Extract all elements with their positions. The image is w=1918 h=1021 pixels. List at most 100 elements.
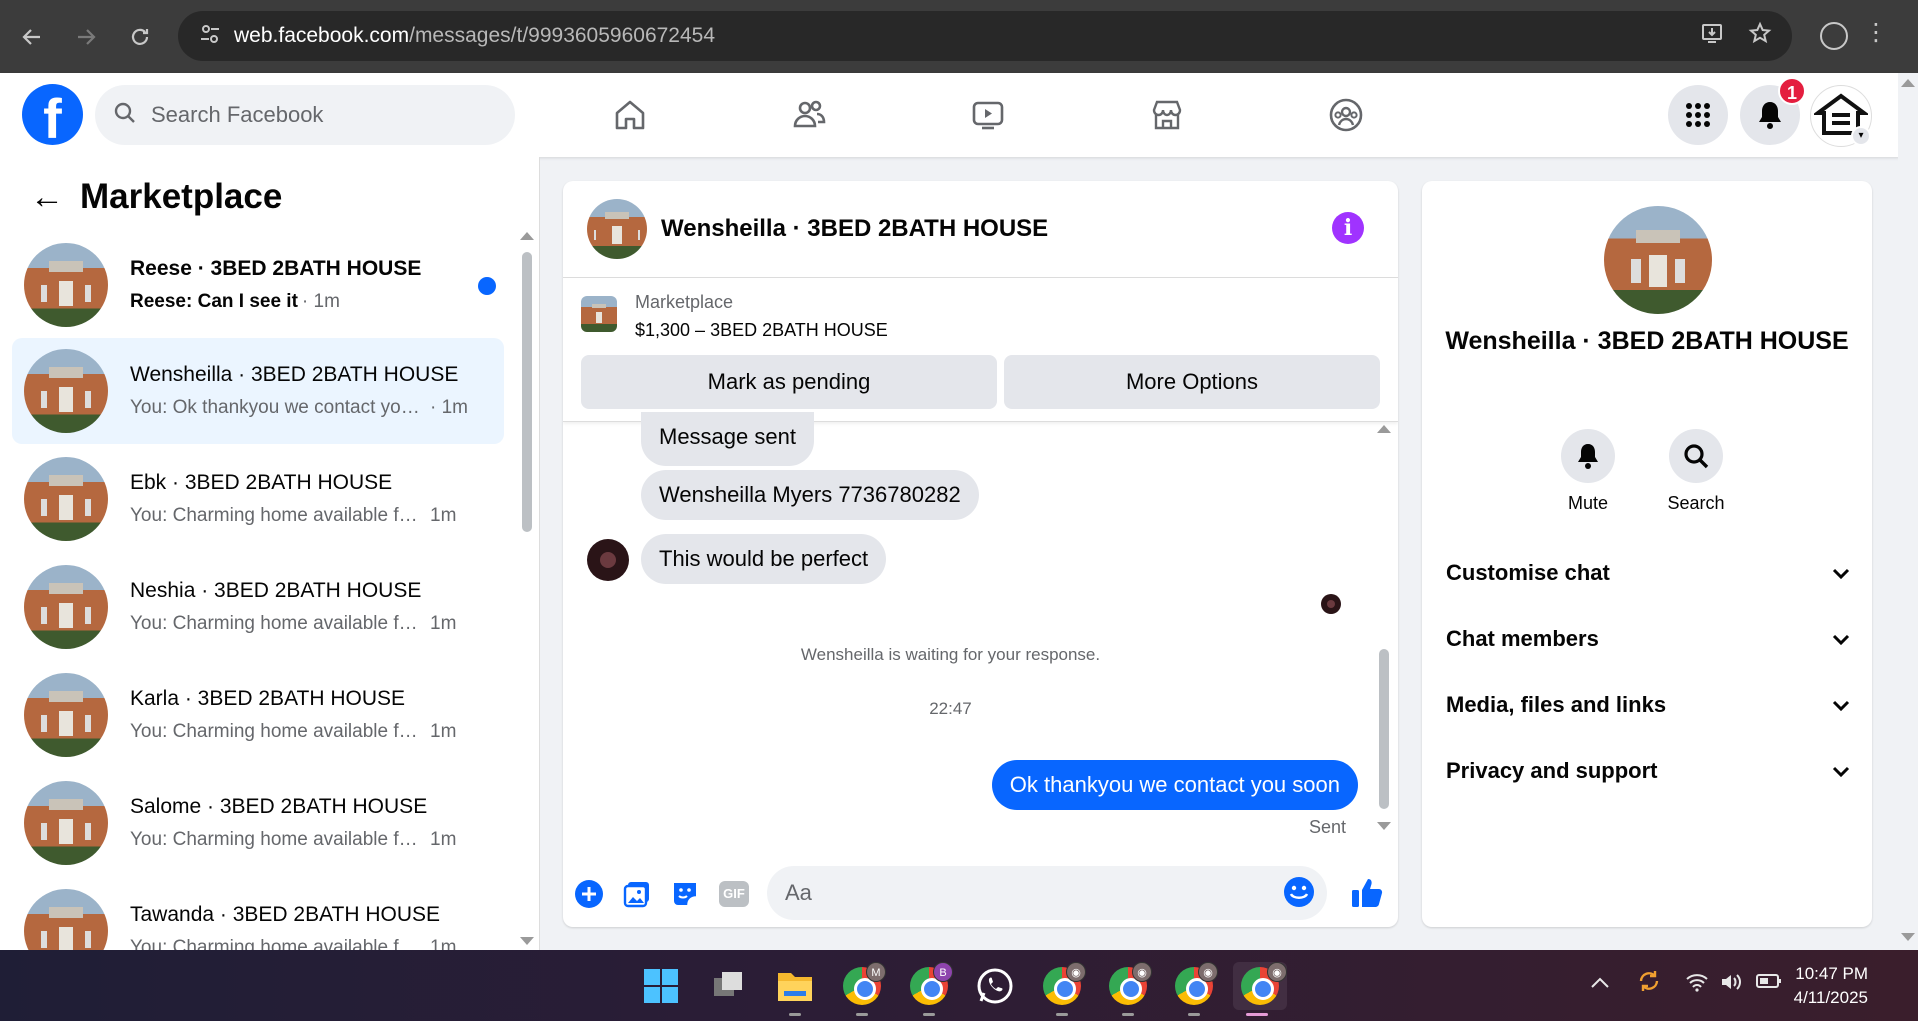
scroll-down-icon[interactable] (520, 937, 534, 945)
conversation-item[interactable]: Reese · 3BED 2BATH HOUSE Reese: Can I se… (12, 232, 504, 338)
section-label: Customise chat (1446, 560, 1610, 585)
volume-icon[interactable] (1719, 972, 1743, 998)
chrome-icon[interactable]: ◉ (1038, 962, 1086, 1016)
contact-avatar[interactable] (1604, 206, 1712, 314)
conversation-item[interactable]: Ebk · 3BED 2BATH HOUSE You: Charming hom… (12, 446, 504, 552)
more-options-button[interactable]: More Options (1004, 355, 1380, 409)
bookmark-star-icon[interactable] (1748, 21, 1772, 51)
scroll-up-icon[interactable] (1901, 79, 1915, 87)
friends-icon[interactable] (719, 73, 898, 157)
sender-avatar[interactable] (587, 539, 629, 581)
chat-title[interactable]: Wensheilla · 3BED 2BATH HOUSE (661, 215, 1048, 243)
scroll-up-icon[interactable] (1377, 425, 1391, 433)
conversation-item[interactable]: Karla · 3BED 2BATH HOUSE You: Charming h… (12, 662, 504, 768)
scrollbar-thumb[interactable] (1379, 649, 1389, 809)
video-icon[interactable] (898, 73, 1077, 157)
back-arrow-icon[interactable] (10, 15, 54, 59)
mute-label: Mute (1567, 493, 1609, 513)
photo-icon[interactable] (621, 878, 653, 910)
facebook-header: f 1 ▾ (0, 73, 1900, 157)
chrome-icon[interactable]: ◉ (1233, 962, 1287, 1016)
section-chat-members[interactable]: Chat members (1446, 609, 1850, 669)
message-bubble[interactable]: Wensheilla Myers 7736780282 (641, 470, 979, 520)
chat-header: Wensheilla · 3BED 2BATH HOUSE i (563, 181, 1398, 278)
notification-badge: 1 (1778, 77, 1806, 105)
menu-grid-button[interactable] (1668, 85, 1728, 145)
chrome-icon[interactable]: M (838, 962, 886, 1016)
listing-thumbnail (24, 889, 108, 950)
search-box[interactable] (95, 85, 515, 145)
conversation-time: 1m (430, 613, 457, 634)
info-icon[interactable]: i (1332, 212, 1364, 244)
chrome-icon[interactable]: B (905, 962, 953, 1016)
search-icon (113, 101, 137, 130)
listing-thumbnail (24, 565, 108, 649)
emoji-icon[interactable] (1283, 876, 1315, 913)
start-icon[interactable] (637, 962, 685, 1010)
message-input-box[interactable] (767, 866, 1327, 920)
search-icon[interactable] (1669, 429, 1723, 483)
reload-icon[interactable] (118, 15, 162, 59)
section-media-files-links[interactable]: Media, files and links (1446, 675, 1850, 735)
my-message-bubble[interactable]: Ok thankyou we contact you soon (991, 760, 1358, 810)
sidebar-title: Marketplace (80, 177, 283, 216)
chevron-up-icon[interactable] (1590, 972, 1610, 995)
file-explorer-icon[interactable] (771, 962, 819, 1016)
profile-icon[interactable] (1820, 22, 1848, 50)
plus-icon[interactable] (573, 878, 605, 910)
mark-as-pending-button[interactable]: Mark as pending (581, 355, 997, 409)
chat-avatar[interactable] (587, 199, 647, 259)
chrome-icon[interactable]: ◉ (1104, 962, 1152, 1016)
message-input[interactable] (785, 880, 1245, 906)
address-bar[interactable]: web.facebook.com/messages/t/999360596067… (178, 11, 1792, 61)
like-thumb-icon[interactable] (1347, 873, 1387, 913)
chevron-down-icon[interactable]: ▾ (1851, 126, 1871, 146)
conversation-snippet: Reese: Can I see it (130, 291, 298, 312)
wifi-icon[interactable] (1685, 972, 1709, 998)
conversation-name: Neshia · 3BED 2BATH HOUSE (130, 579, 422, 602)
conversation-item[interactable]: Tawanda · 3BED 2BATH HOUSE You: Charming… (12, 878, 504, 950)
message-list: Message sent Wensheilla Myers 7736780282… (563, 412, 1398, 844)
whatsapp-icon[interactable] (971, 962, 1019, 1010)
facebook-logo[interactable]: f (22, 84, 83, 145)
mute-action[interactable]: Mute (1538, 429, 1638, 514)
message-bubble[interactable]: Message sent (641, 412, 814, 466)
battery-icon[interactable] (1756, 972, 1782, 996)
account-avatar[interactable]: ▾ (1810, 85, 1872, 147)
chat-scrollbar[interactable] (1377, 425, 1391, 830)
sidebar-scrollbar[interactable] (520, 232, 534, 945)
conversation-time: 1m (430, 937, 457, 950)
site-settings-icon[interactable] (190, 23, 230, 50)
sync-icon[interactable] (1636, 968, 1662, 1000)
system-clock[interactable]: 10:47 PM 4/11/2025 (1794, 962, 1868, 1010)
back-arrow-icon[interactable]: ← (30, 178, 80, 217)
scroll-up-icon[interactable] (520, 232, 534, 240)
sticker-icon[interactable] (669, 878, 701, 910)
scroll-down-icon[interactable] (1377, 822, 1391, 830)
menu-kebab-icon[interactable]: ⋮ (1864, 18, 1888, 47)
search-input[interactable] (151, 102, 491, 128)
install-app-icon[interactable] (1700, 21, 1724, 51)
message-bubble[interactable]: This would be perfect (641, 534, 887, 584)
chevron-down-icon (1832, 758, 1850, 784)
listing-price[interactable]: $1,300 – 3BED 2BATH HOUSE (635, 320, 888, 341)
section-customise-chat[interactable]: Customise chat (1446, 543, 1850, 603)
search-action[interactable]: Search (1646, 429, 1746, 514)
forward-arrow-icon[interactable] (64, 15, 108, 59)
marketplace-icon[interactable] (1077, 73, 1256, 157)
section-privacy-support[interactable]: Privacy and support (1446, 741, 1850, 801)
gif-icon[interactable]: GIF (718, 878, 750, 910)
listing-thumbnail[interactable] (581, 296, 617, 332)
page-scrollbar[interactable] (1898, 73, 1918, 950)
scrollbar-thumb[interactable] (522, 252, 532, 532)
conversation-name: Karla · 3BED 2BATH HOUSE (130, 687, 406, 710)
task-view-icon[interactable] (704, 962, 752, 1010)
conversation-item[interactable]: Salome · 3BED 2BATH HOUSE You: Charming … (12, 770, 504, 876)
conversation-item[interactable]: Neshia · 3BED 2BATH HOUSE You: Charming … (12, 554, 504, 660)
chrome-icon[interactable]: ◉ (1170, 962, 1218, 1016)
home-icon[interactable] (540, 73, 719, 157)
scroll-down-icon[interactable] (1901, 933, 1915, 941)
bell-icon[interactable] (1561, 429, 1615, 483)
conversation-item-active[interactable]: Wensheilla · 3BED 2BATH HOUSE You: Ok th… (12, 338, 504, 444)
groups-icon[interactable] (1256, 73, 1435, 157)
